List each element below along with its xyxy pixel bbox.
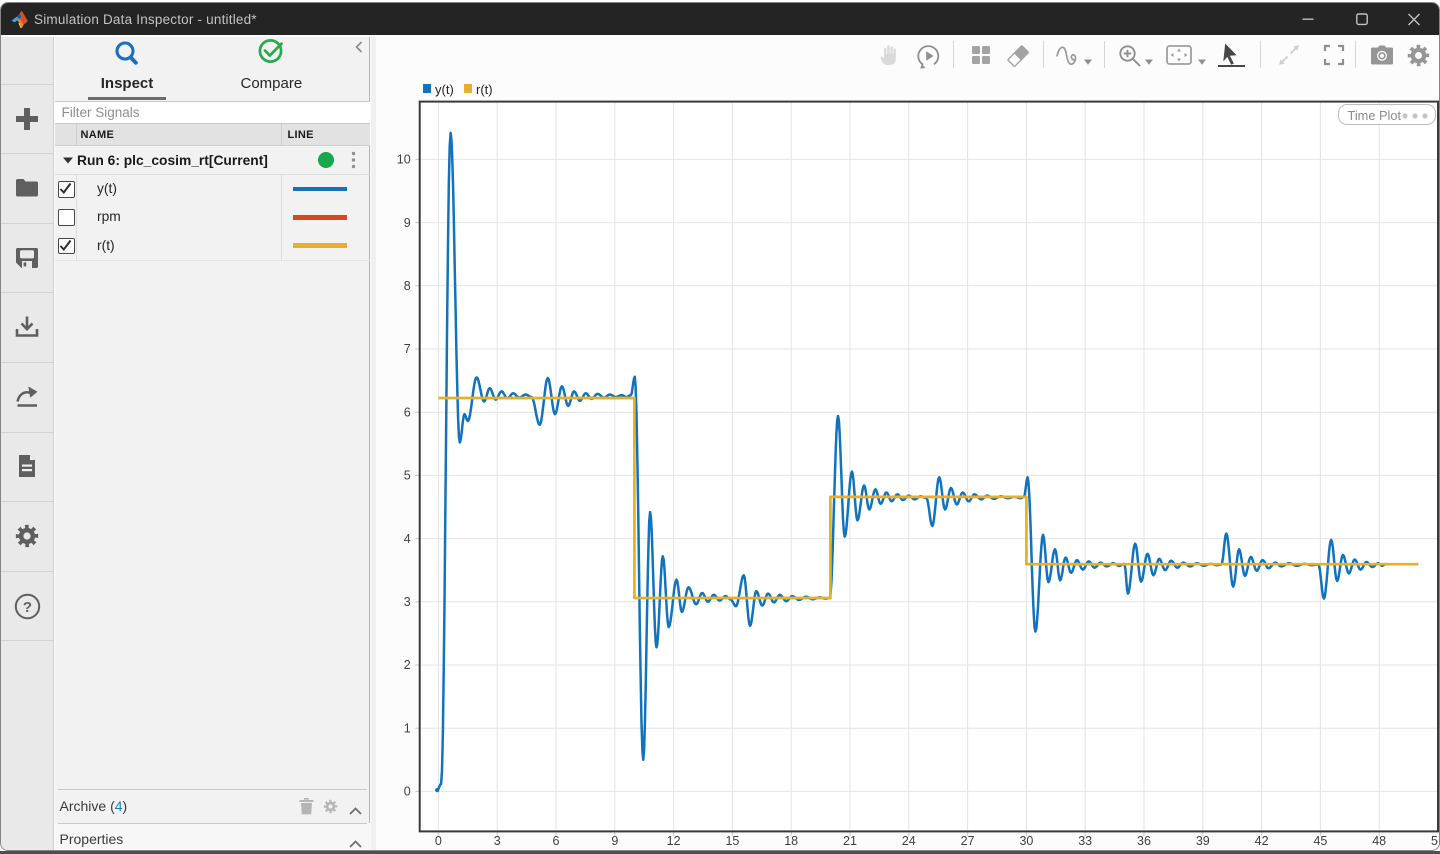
svg-text:21: 21 bbox=[843, 834, 857, 848]
svg-text:12: 12 bbox=[667, 834, 681, 848]
svg-text:8: 8 bbox=[404, 279, 411, 293]
svg-text:6: 6 bbox=[404, 405, 411, 419]
svg-text:15: 15 bbox=[725, 834, 739, 848]
svg-text:51: 51 bbox=[1431, 834, 1440, 848]
svg-text:10: 10 bbox=[397, 153, 411, 167]
svg-text:1: 1 bbox=[404, 721, 411, 735]
svg-text:18: 18 bbox=[784, 834, 798, 848]
svg-text:3: 3 bbox=[494, 834, 501, 848]
svg-text:?: ? bbox=[23, 599, 32, 616]
svg-text:30: 30 bbox=[1019, 834, 1033, 848]
svg-text:0: 0 bbox=[404, 785, 411, 799]
svg-text:45: 45 bbox=[1313, 834, 1327, 848]
svg-text:48: 48 bbox=[1372, 834, 1386, 848]
svg-text:3: 3 bbox=[404, 595, 411, 609]
svg-text:33: 33 bbox=[1078, 834, 1092, 848]
svg-text:9: 9 bbox=[611, 834, 618, 848]
svg-text:5: 5 bbox=[404, 469, 411, 483]
svg-text:0: 0 bbox=[435, 834, 442, 848]
svg-text:42: 42 bbox=[1255, 834, 1269, 848]
svg-text:4: 4 bbox=[404, 532, 411, 546]
svg-text:27: 27 bbox=[961, 834, 975, 848]
svg-text:39: 39 bbox=[1196, 834, 1210, 848]
svg-text:6: 6 bbox=[553, 834, 560, 848]
svg-text:24: 24 bbox=[902, 834, 916, 848]
svg-text:36: 36 bbox=[1137, 834, 1151, 848]
svg-text:9: 9 bbox=[404, 216, 411, 230]
svg-text:7: 7 bbox=[404, 342, 411, 356]
svg-text:2: 2 bbox=[404, 658, 411, 672]
